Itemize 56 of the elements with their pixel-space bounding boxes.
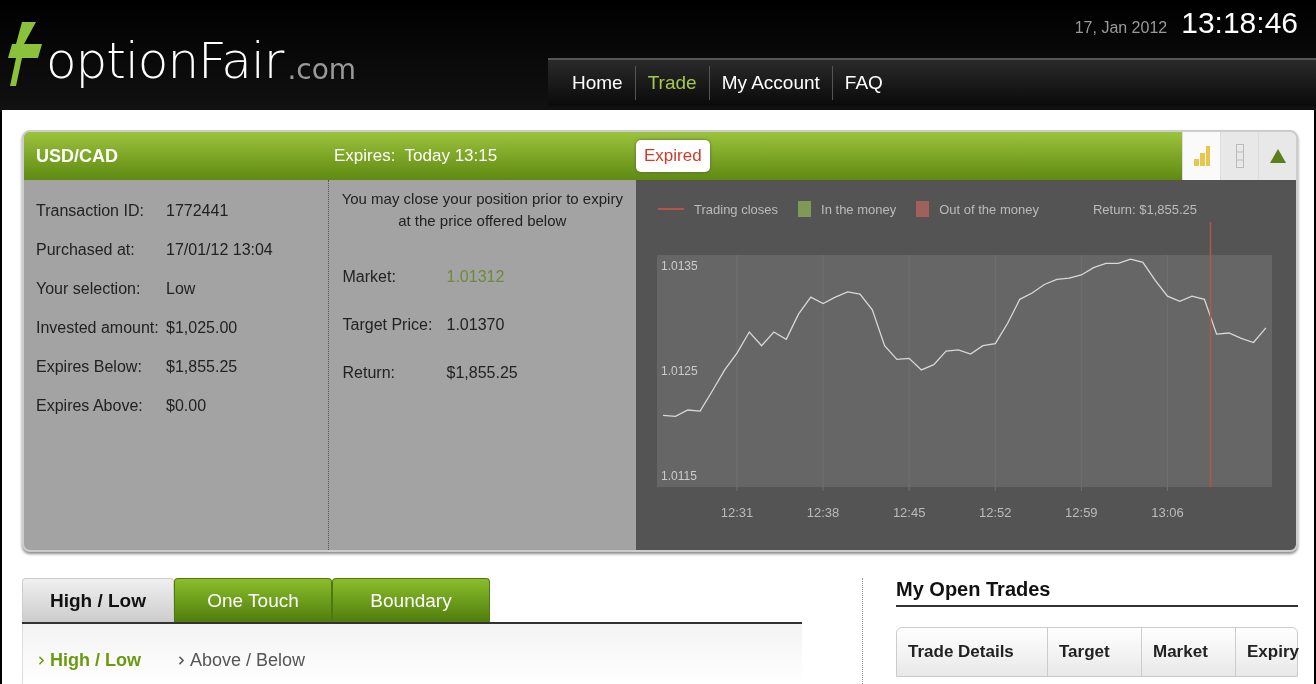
x-tick-label: 12:31 (720, 505, 754, 520)
nav-link[interactable]: Trade (634, 66, 709, 100)
nav-link[interactable]: My Account (708, 66, 832, 100)
sub-tab[interactable]: Above / Below (175, 636, 306, 684)
detail-value: 1772441 (166, 202, 229, 220)
detail-label: Your selection: (36, 280, 142, 298)
detail-value: $1,855.25 (166, 358, 238, 376)
return-text: Return: $1,855.25 (1092, 201, 1198, 217)
detail-value: Low (166, 280, 196, 298)
price-value: 1.01312 (446, 268, 505, 286)
logo-domain: .com (287, 53, 357, 86)
column-header: Trade Details (907, 641, 1015, 663)
lightning-logo-icon (8, 22, 42, 86)
detail-value: 17/01/12 13:04 (166, 241, 273, 259)
logo-text: optionFair (46, 36, 284, 86)
column-header: Expiry (1235, 628, 1297, 676)
bar-chart-icon (1192, 145, 1211, 167)
column-header: Market (1141, 628, 1235, 676)
detail-label: Expires Below: (36, 358, 143, 376)
trade-type-tab[interactable]: High / Low (22, 578, 174, 622)
legend-label: Out of the money (939, 201, 1039, 217)
price-value: $1,855.25 (446, 364, 518, 382)
y-tick-label: 1.0115 (661, 469, 697, 484)
x-tick-label: 12:45 (892, 505, 926, 520)
expiry-text: Expires: Today 13:15 (334, 146, 499, 166)
price-label: Target Price: (342, 316, 434, 334)
status-badge: Expired (636, 140, 710, 172)
x-tick-label: 12:59 (1065, 505, 1098, 520)
price-label: Market: (342, 268, 397, 286)
detail-value: $0.00 (166, 397, 207, 415)
detail-label: Expires Above: (36, 397, 144, 415)
detail-label: Transaction ID: (36, 202, 145, 220)
price-value: 1.01370 (446, 316, 505, 334)
legend-label: Trading closes (694, 201, 779, 217)
x-tick-label: 12:52 (979, 505, 1012, 520)
detail-value: $1,025.00 (166, 319, 238, 337)
clock-time: 13:18:46 (1181, 6, 1298, 40)
y-tick-label: 1.0125 (661, 364, 698, 378)
nav-link[interactable]: FAQ (831, 66, 895, 100)
triangle-icon (1269, 149, 1286, 163)
detail-label: Purchased at: (36, 241, 136, 259)
legend-label: In the money (821, 201, 897, 217)
close-note: You may close your position prior to expiry at the price offered below (340, 189, 624, 231)
list-icon (1235, 144, 1244, 168)
view-button[interactable] (1182, 132, 1220, 180)
x-tick-label: 13:06 (1151, 505, 1184, 520)
currency-pair: USD/CAD (35, 145, 119, 167)
y-tick-label: 1.0135 (661, 258, 698, 273)
date-text: 17, Jan 2012 (1074, 19, 1168, 37)
x-tick-label: 12:38 (806, 505, 840, 520)
detail-label: Invested amount: (36, 319, 160, 337)
price-label: Return: (342, 364, 396, 382)
nav-link[interactable]: Home (560, 66, 635, 100)
section-title: My Open Trades (896, 578, 1298, 607)
view-button[interactable] (1258, 132, 1296, 180)
column-header: Target (1047, 628, 1141, 676)
